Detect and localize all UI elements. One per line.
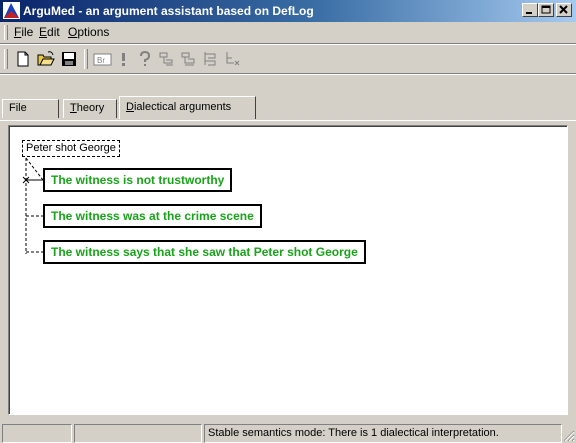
tree-branch-button[interactable] [156,49,178,69]
status-panel-1 [2,424,72,443]
menu-options[interactable]: Options [68,25,109,40]
tree-remove-button[interactable] [222,49,244,69]
maximize-button[interactable] [538,3,554,17]
tab-dialectical-arguments[interactable]: Dialectical arguments [119,96,256,119]
tab-strip: File Theory Dialectical arguments [0,96,576,121]
tree-list-icon [204,52,216,66]
br-icon: Br [93,53,112,66]
reason-node[interactable]: The witness was at the crime scene [43,204,262,228]
menu-edit[interactable]: Edit [39,25,60,40]
reason-node[interactable]: The witness is not trustworthy [43,168,233,192]
status-panel-2 [74,424,202,443]
status-bar: Stable semantics mode: There is 1 dialec… [0,422,576,443]
new-document-button[interactable] [12,49,34,69]
argument-canvas[interactable]: Peter shot George The witness is not tru… [8,125,568,415]
reason-node[interactable]: The witness says that she saw that Peter… [43,240,366,264]
exclamation-icon [122,53,125,66]
status-message: Stable semantics mode: There is 1 dialec… [204,424,562,443]
menu-grip[interactable] [4,25,8,40]
close-icon [559,5,568,14]
toolbar-separator-line [0,73,576,75]
tree-branch-icon [159,52,173,66]
close-button[interactable] [556,3,572,17]
argument-canvas-inner: Peter shot George The witness is not tru… [9,126,567,414]
tree-branch-alt-icon [181,52,195,66]
argumed-app-icon [3,2,20,19]
save-button[interactable] [58,49,80,69]
exclamation-button[interactable] [113,49,135,69]
open-folder-icon [37,51,55,66]
question-button[interactable] [134,49,156,69]
tab-file[interactable]: File [2,99,59,118]
toolbar-grip[interactable] [4,49,8,69]
minimize-icon [526,12,532,14]
resize-grip-icon[interactable] [563,430,575,442]
tree-list-button[interactable] [200,49,222,69]
save-disk-icon [62,52,76,66]
toolbar: Br [0,45,576,73]
window-title: ArguMed - an argument assistant based on… [23,4,314,18]
tab-theory[interactable]: Theory [63,99,117,118]
minimize-button[interactable] [522,3,538,17]
svg-text:Br: Br [97,56,105,65]
title-bar[interactable]: ArguMed - an argument assistant based on… [0,0,576,22]
menu-bar: File Edit Options [0,22,576,43]
maximize-icon [541,5,551,14]
new-document-icon [17,51,29,67]
tree-branch-alt-button[interactable] [178,49,200,69]
open-button[interactable] [35,49,57,69]
toolbar-separator [84,49,88,69]
tree-remove-icon [226,52,240,66]
menu-file[interactable]: File [14,25,33,40]
br-button[interactable]: Br [91,49,113,69]
question-icon [140,50,151,66]
claim-node[interactable]: Peter shot George [22,140,120,157]
